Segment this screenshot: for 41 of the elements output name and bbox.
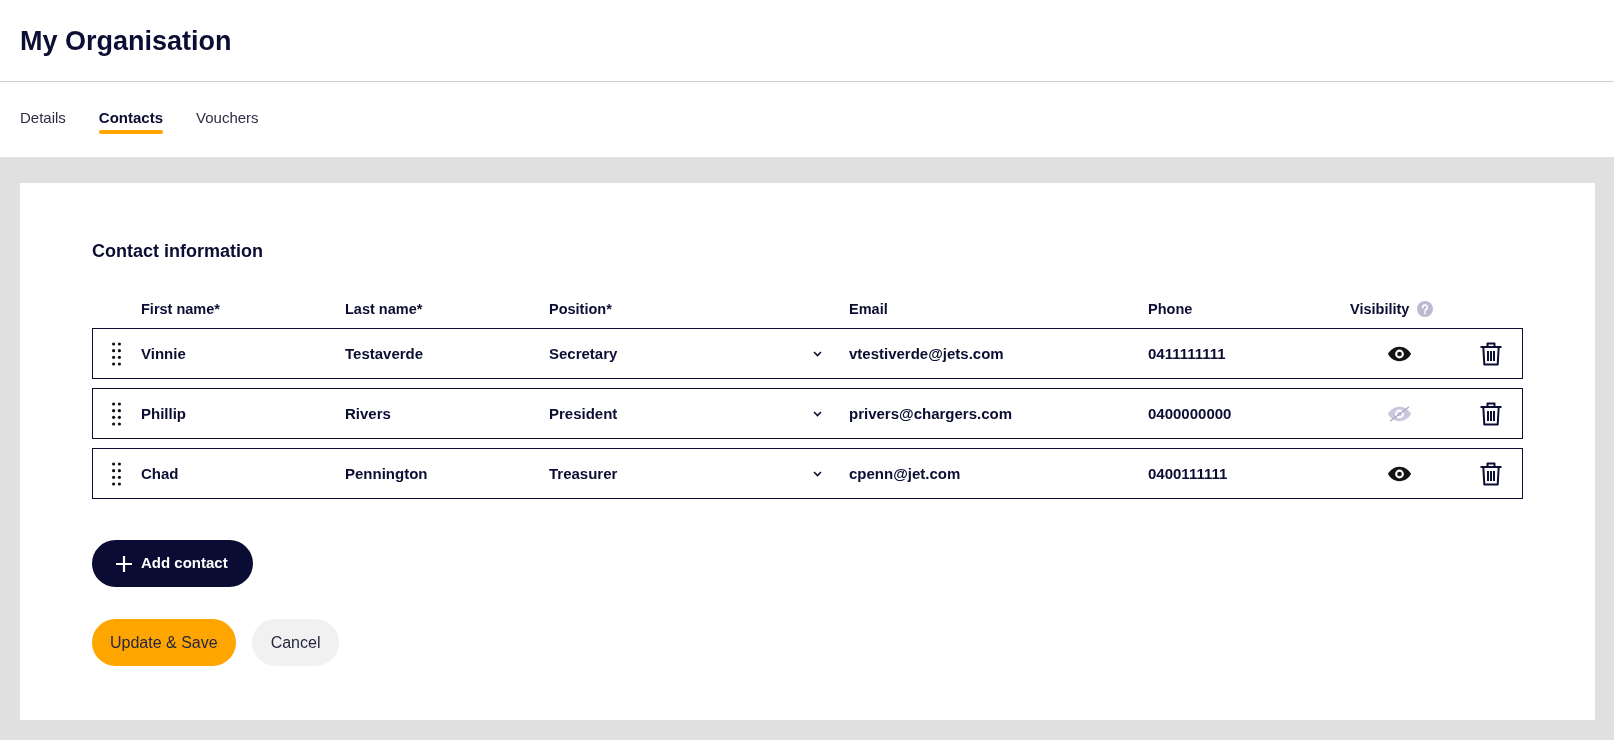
column-header: First name* (141, 300, 220, 318)
position-dropdown[interactable]: Treasurer (549, 464, 822, 483)
last-name-text: Testaverde (345, 344, 425, 363)
section-title: Contact information (92, 240, 264, 262)
tab[interactable]: Details (20, 109, 66, 134)
tab[interactable]: Contacts (98, 109, 164, 134)
trash-icon[interactable] (1479, 401, 1503, 426)
plus-icon (116, 555, 132, 572)
drag-handle-icon[interactable] (112, 461, 121, 486)
phone-text: 0411111111 (1148, 344, 1227, 363)
position-dropdown[interactable]: President (549, 404, 822, 423)
email-text: vtestiverde@jets.com (849, 344, 1005, 363)
add-contact-button[interactable]: Add contact (92, 540, 253, 587)
column-header: Phone (1148, 300, 1193, 318)
column-header: Position* (549, 300, 612, 318)
phone-text: 0400111111 (1148, 464, 1229, 483)
drag-handle-icon[interactable] (112, 401, 121, 426)
first-name-text: Vinnie (141, 344, 187, 363)
drag-handle-icon[interactable] (112, 341, 121, 366)
first-name-text: Chad (141, 464, 180, 483)
trash-icon[interactable] (1479, 341, 1503, 366)
eye-icon[interactable] (1387, 465, 1412, 482)
email-text: cpenn@jet.com (849, 464, 962, 483)
column-header: Visibility (1350, 300, 1410, 318)
last-name-text: Rivers (345, 404, 392, 423)
chevron-down-icon (813, 470, 822, 477)
first-name-text: Phillip (141, 404, 187, 423)
position-dropdown[interactable]: Secretary (549, 344, 822, 363)
update-save-button[interactable]: Update & Save (92, 619, 236, 666)
trash-icon[interactable] (1479, 461, 1503, 486)
tab[interactable]: Vouchers (196, 109, 259, 134)
page-title: My Organisation (20, 24, 232, 57)
eye-icon[interactable] (1387, 345, 1412, 362)
column-header: Last name* (345, 300, 423, 318)
chevron-down-icon (813, 350, 822, 357)
last-name-text: Pennington (345, 464, 429, 483)
phone-text: 0400000000 (1148, 404, 1233, 423)
chevron-down-icon (813, 410, 822, 417)
cancel-button[interactable]: Cancel (251, 619, 340, 666)
email-text: privers@chargers.com (849, 404, 1014, 423)
column-header: Email (849, 300, 888, 318)
